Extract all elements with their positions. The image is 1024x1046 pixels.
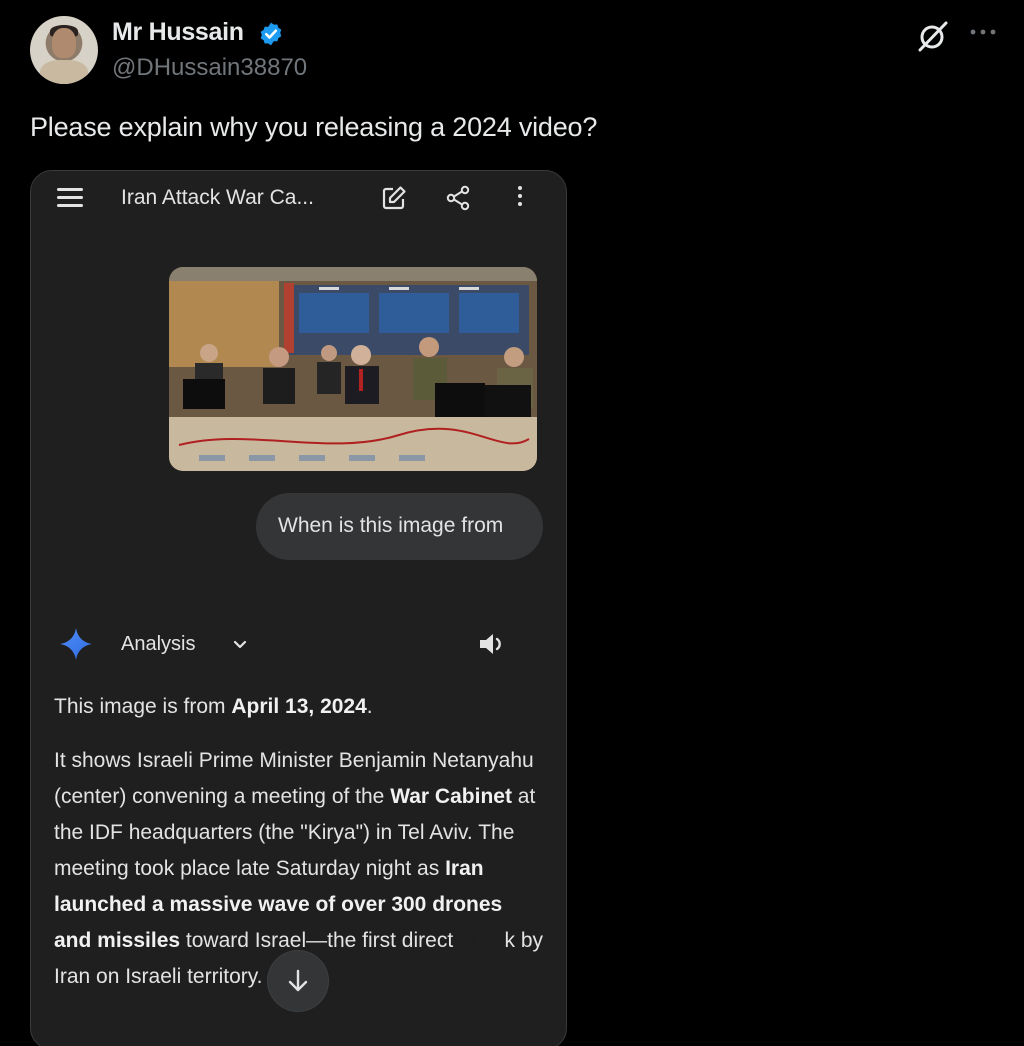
speaker-icon	[480, 634, 501, 654]
avatar[interactable]	[30, 16, 98, 84]
war-cabinet-photo	[169, 267, 537, 471]
chevron-down-icon	[233, 640, 247, 649]
embedded-screenshot[interactable]: Iran Attack War Ca... When is this image…	[30, 170, 567, 1046]
scroll-down-button	[268, 951, 328, 1011]
verified-badge-icon	[260, 22, 282, 46]
analysis-toggle: Analysis	[121, 633, 196, 655]
arrow-down-icon	[288, 969, 308, 992]
grok-icon[interactable]	[916, 20, 950, 52]
gemini-spark-icon	[60, 628, 92, 660]
share-icon	[446, 185, 470, 211]
response-paragraph-1: This image is from April 13, 2024.	[54, 695, 373, 718]
edit-icon	[382, 186, 406, 210]
user-prompt-bubble: When is this image from	[256, 493, 543, 560]
tweet-text: Please explain why you releasing a 2024 …	[30, 112, 598, 142]
more-icon[interactable]	[968, 22, 998, 42]
kebab-menu-icon	[516, 186, 524, 210]
chat-title: Iran Attack War Ca...	[121, 186, 314, 209]
user-prompt-text: When is this image from	[278, 514, 504, 537]
author-handle[interactable]: @DHussain38870	[112, 54, 307, 82]
menu-icon	[57, 188, 83, 210]
author-name[interactable]: Mr Hussain	[112, 18, 244, 47]
